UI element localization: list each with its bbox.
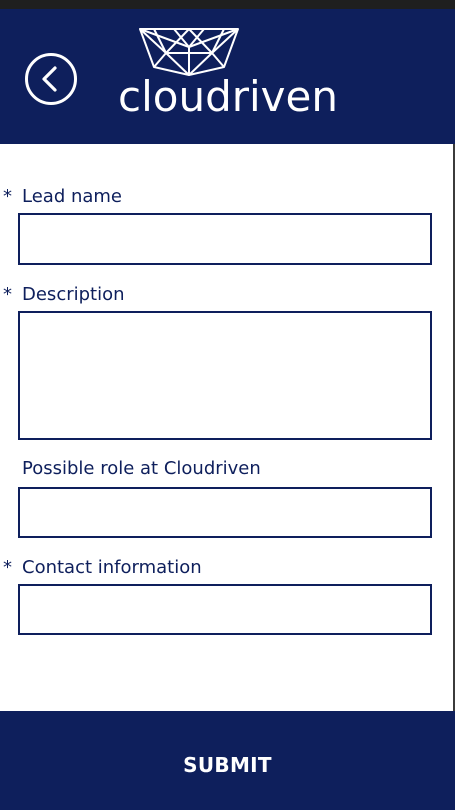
possible-role-input[interactable] — [18, 487, 432, 538]
brand-name: cloudriven — [118, 72, 338, 121]
back-button[interactable] — [24, 52, 78, 106]
possible-role-label: Possible role at Cloudriven — [22, 458, 261, 479]
description-label: Description — [22, 284, 125, 305]
chevron-left-circle-icon[interactable] — [24, 52, 78, 106]
app-header: cloudriven — [0, 9, 455, 144]
lead-name-input[interactable] — [18, 213, 432, 265]
submit-button[interactable]: SUBMIT — [0, 711, 455, 810]
required-marker: * — [3, 186, 12, 207]
contact-information-input[interactable] — [18, 584, 432, 635]
geometric-crown-logo-icon — [139, 28, 239, 76]
submit-label: SUBMIT — [183, 752, 272, 777]
lead-name-label: Lead name — [22, 186, 123, 207]
required-marker: * — [3, 557, 12, 578]
description-textarea[interactable] — [18, 311, 432, 440]
contact-information-label: Contact information — [22, 557, 202, 578]
lead-form: * Lead name * Description Possible role … — [0, 144, 453, 711]
brand-logo: cloudriven — [116, 27, 338, 127]
app-screen: cloudriven * Lead name * Description Pos… — [0, 0, 455, 810]
required-marker: * — [3, 284, 12, 305]
status-strip — [0, 0, 455, 9]
